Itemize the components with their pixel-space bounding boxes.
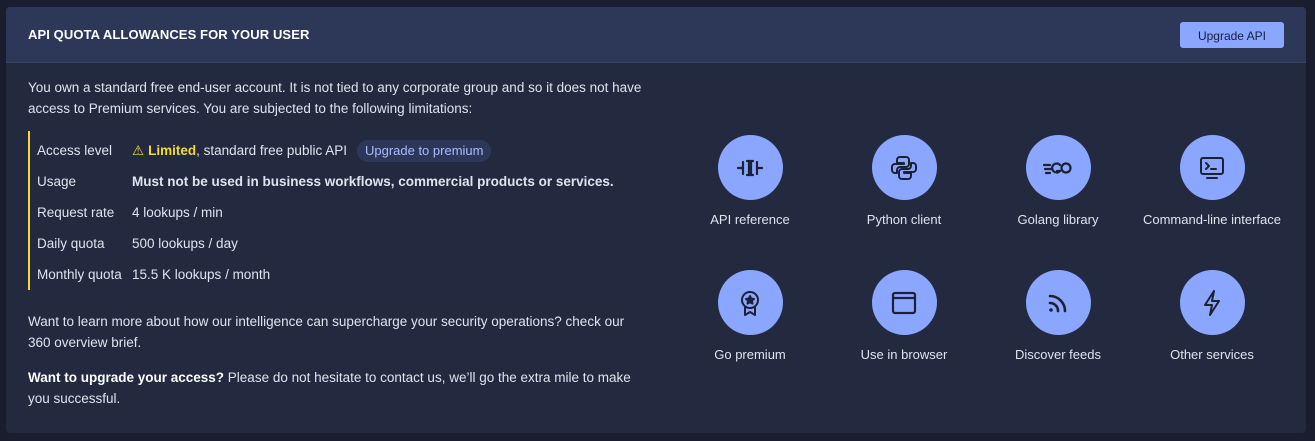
limit-label: Access level: [37, 143, 113, 158]
golang-icon: [1025, 135, 1091, 200]
tile-label: Go premium: [714, 347, 786, 362]
tile-discover-feeds[interactable]: Discover feeds: [988, 270, 1128, 365]
tile-use-in-browser[interactable]: Use in browser: [834, 270, 974, 365]
access-level-bold: Limited: [148, 143, 197, 158]
limit-label: Request rate: [37, 205, 115, 220]
limit-row-daily-quota: Daily quota 500 lookups / day: [37, 228, 648, 259]
limit-label: Monthly quota: [37, 267, 122, 282]
upgrade-api-button[interactable]: Upgrade API: [1179, 21, 1284, 48]
limit-row-access-level: Access level ⚠ Limited , standard free p…: [37, 135, 648, 166]
tile-label: API reference: [710, 212, 790, 227]
tile-python-client[interactable]: Python client: [834, 135, 974, 230]
tile-label: Command-line interface: [1142, 212, 1281, 227]
warning-icon: ⚠: [132, 143, 145, 158]
tile-label: Use in browser: [860, 347, 948, 362]
rss-icon: [1025, 270, 1091, 335]
limit-row-request-rate: Request rate 4 lookups / min: [37, 197, 648, 228]
card-title: API QUOTA ALLOWANCES FOR YOUR USER: [28, 27, 310, 42]
limit-value: 500 lookups / day: [132, 236, 238, 251]
tile-label: Golang library: [1017, 212, 1099, 227]
premium-badge-icon: [717, 270, 783, 335]
api-icon: [717, 135, 783, 200]
browser-icon: [871, 270, 937, 335]
limit-row-monthly-quota: Monthly quota 15.5 K lookups / month: [37, 259, 648, 290]
learn-more-text: Want to learn more about how our intelli…: [28, 314, 625, 350]
quota-details: You own a standard free end-user account…: [28, 77, 648, 409]
python-icon: [871, 135, 937, 200]
limit-value: 15.5 K lookups / month: [132, 267, 271, 282]
card-header: API QUOTA ALLOWANCES FOR YOUR USER Upgra…: [6, 7, 1306, 63]
limits-list: Access level ⚠ Limited , standard free p…: [28, 131, 648, 290]
upgrade-prompt-text: Want to upgrade your access? Please do n…: [28, 367, 648, 409]
tile-api-reference[interactable]: API reference: [680, 135, 820, 230]
limit-label: Daily quota: [37, 236, 105, 251]
tile-label: Other services: [1170, 347, 1254, 362]
tile-other-services[interactable]: Other services: [1142, 270, 1282, 365]
tile-go-premium[interactable]: Go premium: [680, 270, 820, 365]
tile-label: Discover feeds: [1015, 347, 1101, 362]
intro-text: You own a standard free end-user account…: [28, 80, 642, 116]
limit-value: ⚠ Limited , standard free public API Upg…: [132, 139, 492, 162]
upgrade-to-premium-link[interactable]: Upgrade to premium: [356, 139, 492, 162]
lightning-icon: [1179, 270, 1245, 335]
access-level-rest: , standard free public API: [196, 143, 347, 158]
api-quota-card: API QUOTA ALLOWANCES FOR YOUR USER Upgra…: [6, 7, 1306, 433]
upgrade-prompt-bold: Want to upgrade your access?: [28, 370, 225, 385]
tile-label: Python client: [866, 212, 942, 227]
tile-command-line-interface[interactable]: Command-line interface: [1142, 135, 1282, 230]
limit-label: Usage: [37, 174, 77, 189]
limit-value: 4 lookups / min: [132, 205, 223, 220]
limit-value: Must not be used in business workflows, …: [132, 174, 614, 189]
limit-row-usage: Usage Must not be used in business workf…: [37, 166, 648, 197]
terminal-icon: [1179, 135, 1245, 200]
tile-golang-library[interactable]: Golang library: [988, 135, 1128, 230]
